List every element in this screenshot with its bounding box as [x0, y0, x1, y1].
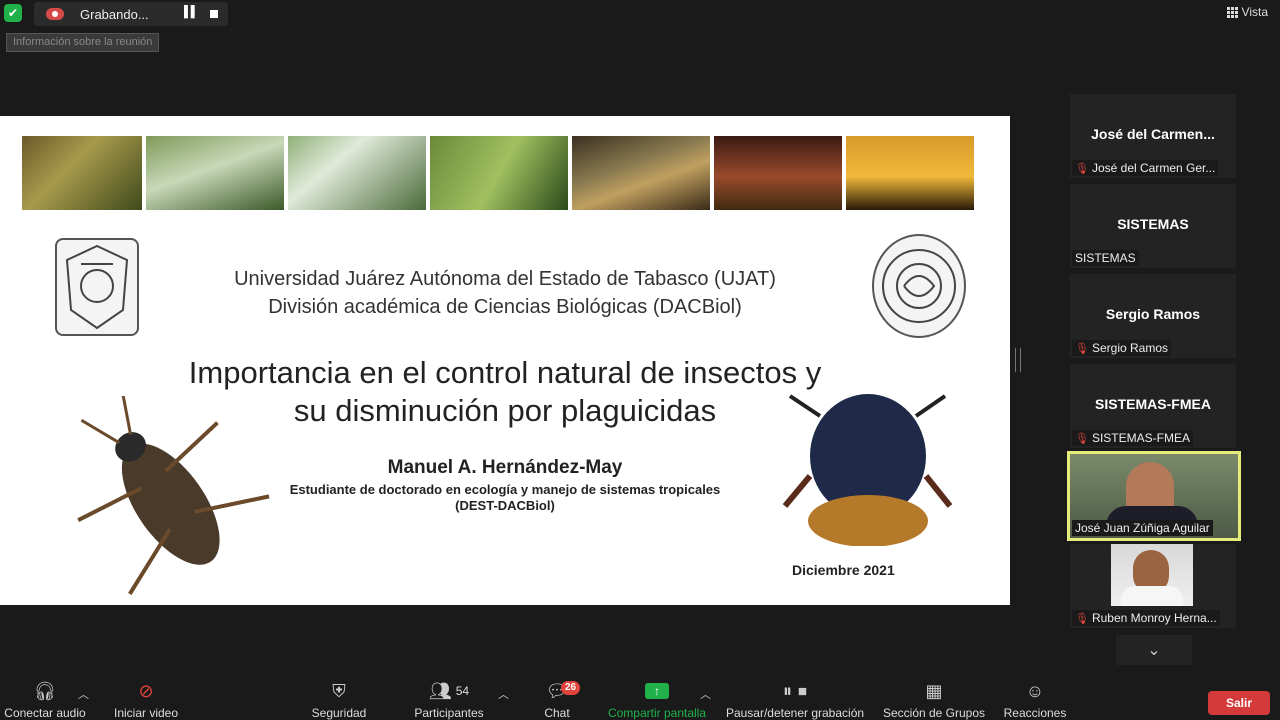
grasshopper-photo [572, 136, 710, 210]
participant-label: 🎙︎ José del Carmen Ger... [1072, 160, 1219, 176]
participant-label-text: SISTEMAS [1075, 251, 1136, 265]
mic-muted-icon: 🎙︎ [1075, 342, 1089, 355]
recording-indicator: Grabando... ▌▌ [34, 2, 228, 26]
author-name: Manuel A. Hernández-May [387, 457, 623, 478]
mic-muted-icon: 🎙︎ [1075, 432, 1089, 445]
active-speaker-tile[interactable]: José Juan Zúñiga Aguilar [1067, 451, 1241, 541]
leave-meeting-button[interactable]: Salir [1208, 691, 1270, 715]
participant-label: SISTEMAS [1072, 250, 1139, 266]
panel-resize-handle[interactable] [1015, 348, 1021, 372]
division-name: División académica de Ciencias Biológica… [268, 296, 742, 318]
pause-stop-recording-button[interactable]: ⏸︎ ⏹︎ Pausar/detener grabación [724, 680, 866, 720]
participant-display-name: SISTEMAS-FMEA [1095, 396, 1211, 412]
participant-tile[interactable]: SISTEMAS SISTEMAS [1070, 184, 1236, 268]
participant-label-text: SISTEMAS-FMEA [1091, 431, 1190, 445]
participant-display-name: Sergio Ramos [1105, 306, 1201, 322]
emoji-add-icon: ☺ [1025, 680, 1045, 701]
insect-photo-strip [22, 136, 982, 210]
chat-label: Chat [544, 706, 570, 720]
view-button[interactable]: Vista [1226, 5, 1268, 19]
grid-view-icon [1226, 6, 1238, 18]
fly-photo [288, 136, 426, 210]
participants-button[interactable]: 👥︎ 54 Participantes [410, 680, 488, 720]
chat-unread-badge: 26 [561, 681, 581, 695]
security-button[interactable]: ⛨ Seguridad [308, 680, 370, 720]
recording-label: Grabando... [80, 6, 149, 22]
participant-label-text: José Juan Zúñiga Aguilar [1075, 521, 1210, 535]
share-options-chevron-up-icon[interactable]: ︿ [700, 686, 711, 702]
participants-label: Participantes [414, 706, 484, 720]
butterfly-photo [146, 136, 284, 210]
participant-tile[interactable]: Sergio Ramos 🎙︎ Sergio Ramos [1070, 274, 1236, 358]
reactions-button[interactable]: ☺ Reacciones [1002, 680, 1068, 720]
view-label: Vista [1241, 5, 1268, 19]
share-arrow-up-icon: ↑ [645, 683, 669, 699]
participant-label: 🎙︎ Ruben Monroy Herna... [1072, 610, 1220, 626]
breakout-grid-icon: ▦ [925, 680, 943, 701]
participant-tile[interactable]: 🎙︎ Ruben Monroy Herna... [1070, 544, 1236, 628]
participant-tile[interactable]: José del Carmen... 🎙︎ José del Carmen Ge… [1070, 94, 1236, 178]
people-icon: 👥︎ [428, 680, 452, 701]
meeting-info-tooltip[interactable]: Información sobre la reunión [6, 33, 160, 52]
pause-icon: ⏸︎ [783, 680, 792, 701]
shield-icon: ⛨ [332, 680, 346, 701]
pause-stop-recording-label: Pausar/detener grabación [725, 706, 865, 720]
ant-silhouette-photo [846, 136, 974, 210]
author-role-line-1: Estudiante de doctorado en ecología y ma… [289, 482, 721, 497]
top-bar: ✔ Grabando... ▌▌ Información sobre la re… [0, 0, 1280, 52]
mic-muted-icon: 🎙︎ [1075, 612, 1089, 625]
connect-audio-button[interactable]: 🎧︎ Conectar audio [4, 680, 86, 720]
video-off-icon: ⊘ [138, 680, 154, 701]
participant-label: 🎙︎ SISTEMAS-FMEA [1072, 430, 1193, 446]
recording-controls-icons: ⏸︎ ⏹︎ [783, 680, 807, 702]
security-shield-icon[interactable]: ✔ [4, 4, 22, 22]
stop-recording-icon[interactable] [210, 10, 218, 18]
participant-display-name: SISTEMAS [1117, 216, 1189, 232]
participant-video [1111, 544, 1193, 606]
participant-label-text: Sergio Ramos [1091, 341, 1168, 355]
meeting-toolbar: 🎧︎ Conectar audio ︿ ⊘ Iniciar video ⛨ Se… [0, 680, 1280, 720]
chevron-down-icon: ⌄ [1147, 642, 1161, 659]
participant-display-name: José del Carmen... [1091, 126, 1215, 142]
participant-tile[interactable]: SISTEMAS-FMEA 🎙︎ SISTEMAS-FMEA [1070, 364, 1236, 448]
university-name: Universidad Juárez Autónoma del Estado d… [234, 268, 776, 290]
connect-audio-label: Conectar audio [4, 706, 86, 720]
recording-cloud-icon [46, 8, 64, 20]
author-role: Estudiante de doctorado en ecología y ma… [0, 482, 1010, 514]
ant-photo [714, 136, 842, 210]
mantis-photo [22, 136, 142, 210]
participant-label-text: José del Carmen Ger... [1091, 161, 1216, 175]
reactions-label: Reacciones [1003, 706, 1067, 720]
start-video-button[interactable]: ⊘ Iniciar video [108, 680, 184, 720]
shared-screen-slide: Universidad Juárez Autónoma del Estado d… [0, 116, 1010, 605]
scroll-participants-down-button[interactable]: ⌄ [1116, 635, 1192, 665]
stop-icon: ⏹︎ [798, 680, 807, 701]
participant-label-text: Ruben Monroy Herna... [1091, 611, 1217, 625]
pause-recording-icon[interactable]: ▌▌ [184, 6, 199, 18]
headphones-icon: 🎧︎ [33, 680, 57, 701]
security-label: Seguridad [311, 706, 367, 720]
breakout-rooms-label: Sección de Grupos [882, 706, 986, 720]
share-screen-label: Compartir pantalla [607, 706, 707, 720]
audio-options-chevron-up-icon[interactable]: ︿ [78, 686, 89, 702]
mosquito-photo [430, 136, 568, 210]
participant-label: 🎙︎ Sergio Ramos [1072, 340, 1171, 356]
participant-label: José Juan Zúñiga Aguilar [1072, 520, 1213, 536]
share-screen-icon-wrap: ↑ [645, 680, 669, 702]
slide-date: Diciembre 2021 [792, 562, 895, 578]
breakout-rooms-button[interactable]: ▦ Sección de Grupos [880, 680, 988, 720]
participant-shirt [1121, 586, 1183, 606]
author-role-line-2: (DEST-DACBiol) [455, 498, 555, 513]
share-screen-button[interactable]: ↑ Compartir pantalla [604, 680, 710, 720]
participants-count: 54 [455, 684, 470, 698]
start-video-label: Iniciar video [113, 706, 179, 720]
participants-icon-row: 👥︎ 54 [429, 680, 469, 702]
mic-muted-icon: 🎙︎ [1075, 162, 1089, 175]
participants-options-chevron-up-icon[interactable]: ︿ [498, 686, 509, 702]
